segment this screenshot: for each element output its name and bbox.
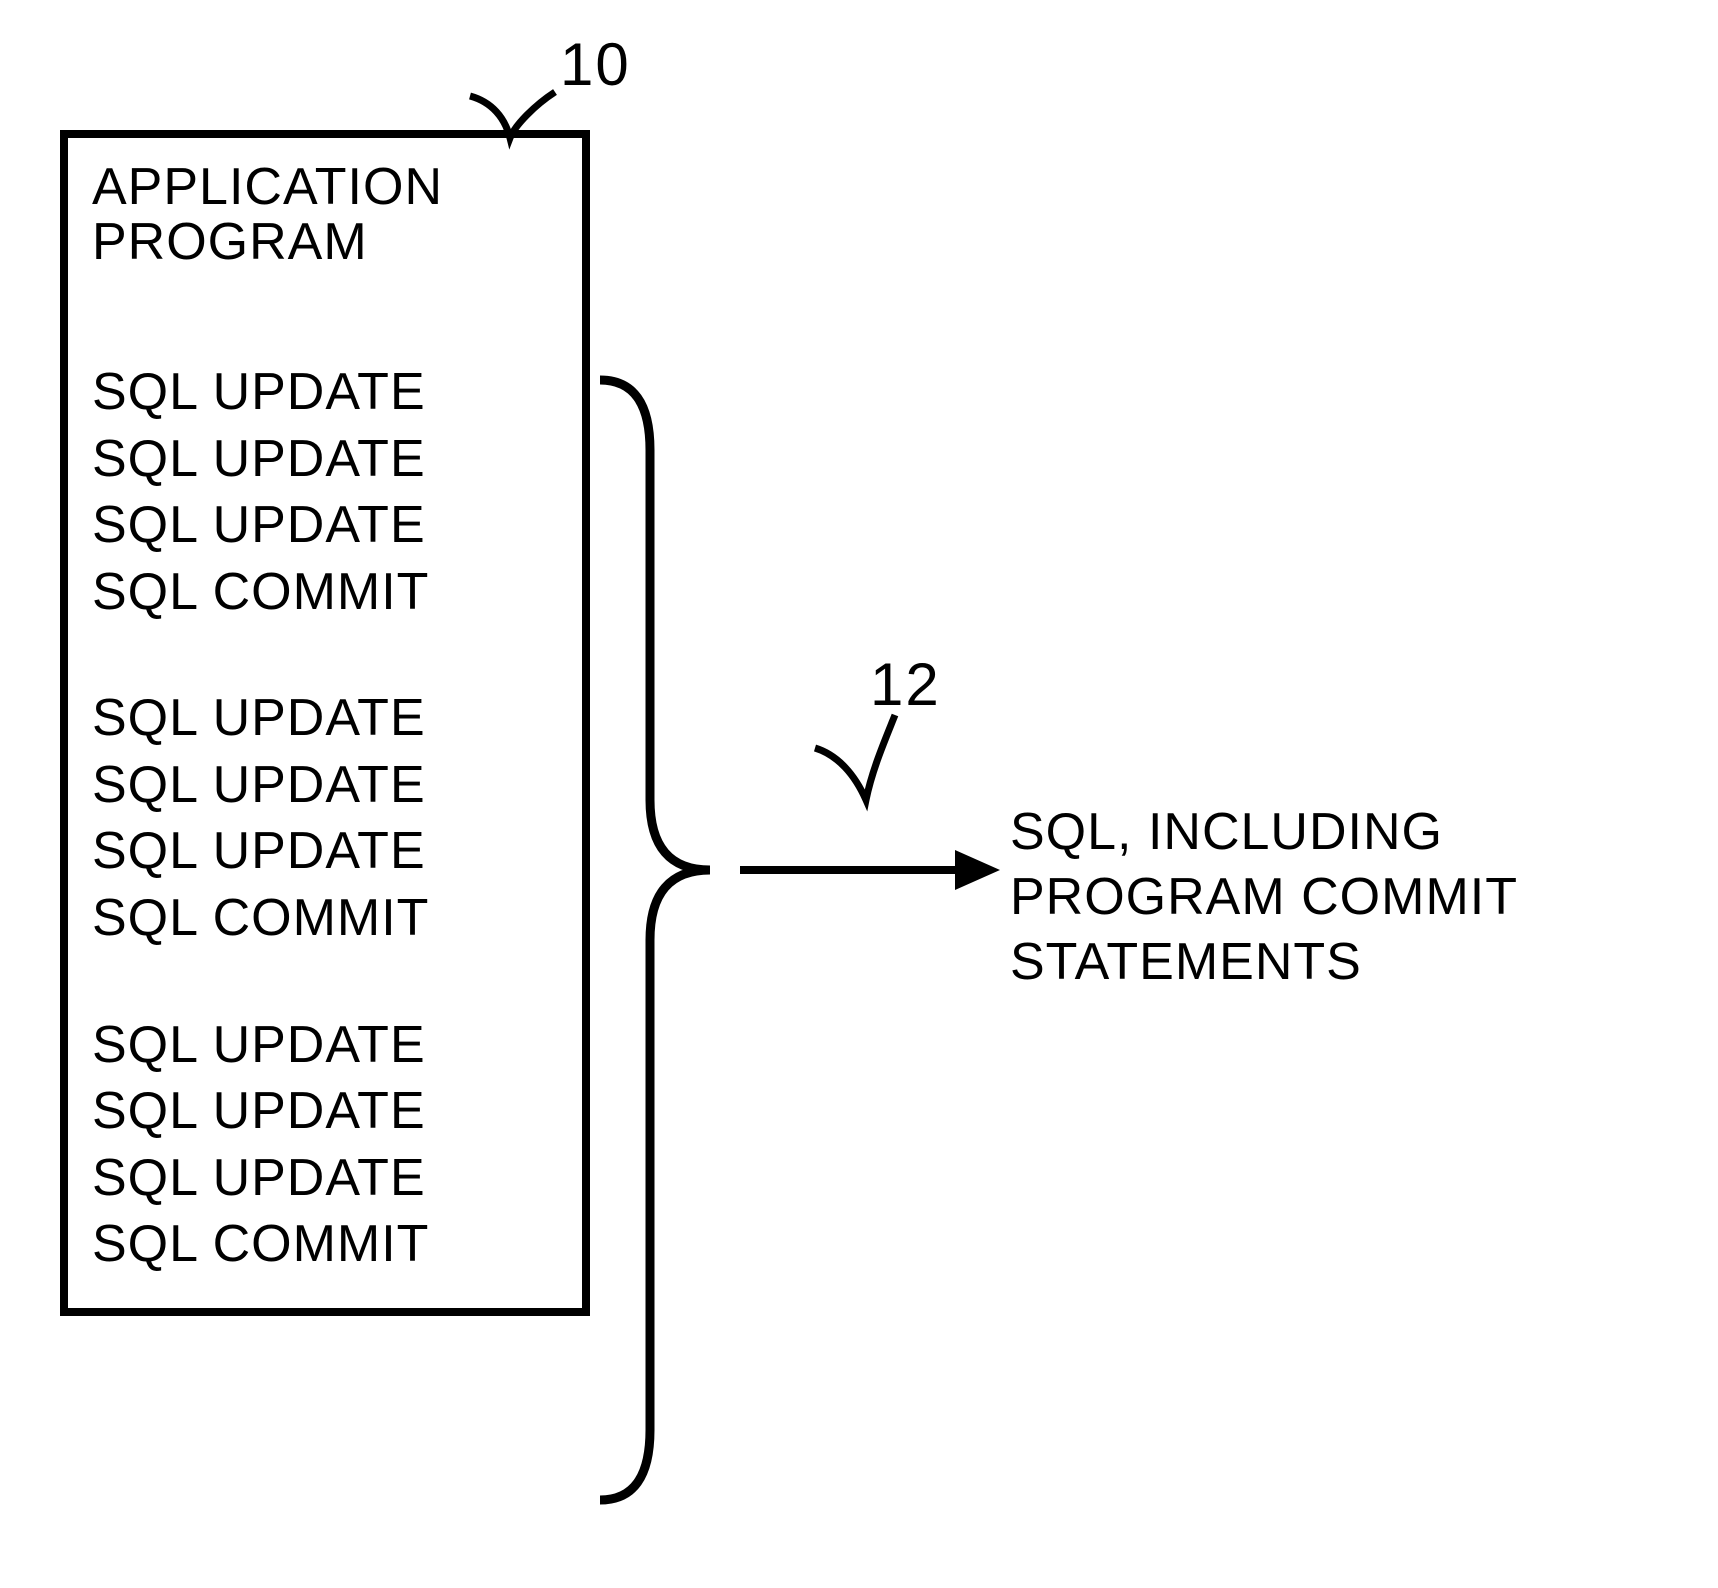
curly-brace-icon — [600, 380, 710, 1500]
sql-statement: SQL COMMIT — [92, 1211, 558, 1278]
sql-block-2: SQL UPDATE SQL UPDATE SQL UPDATE SQL COM… — [92, 685, 558, 951]
sql-block-1: SQL UPDATE SQL UPDATE SQL UPDATE SQL COM… — [92, 359, 558, 625]
sql-statement: SQL UPDATE — [92, 1145, 558, 1212]
diagram-stage: 10 APPLICATION PROGRAM SQL UPDATE SQL UP… — [0, 0, 1718, 1588]
sql-statement: SQL UPDATE — [92, 492, 558, 559]
sql-statement: SQL UPDATE — [92, 818, 558, 885]
sql-statement: SQL UPDATE — [92, 685, 558, 752]
sql-statement: SQL COMMIT — [92, 559, 558, 626]
app-box-title: APPLICATION PROGRAM — [92, 160, 558, 269]
application-program-box: APPLICATION PROGRAM SQL UPDATE SQL UPDAT… — [60, 130, 590, 1316]
output-description: SQL, INCLUDING PROGRAM COMMIT STATEMENTS — [1010, 800, 1718, 995]
sql-block-3: SQL UPDATE SQL UPDATE SQL UPDATE SQL COM… — [92, 1012, 558, 1278]
ref-label-12: 12 — [870, 650, 941, 719]
sql-statement: SQL COMMIT — [92, 885, 558, 952]
sql-statement: SQL UPDATE — [92, 1012, 558, 1079]
ref-label-10: 10 — [560, 30, 631, 99]
sql-statement: SQL UPDATE — [92, 359, 558, 426]
sql-statement: SQL UPDATE — [92, 1078, 558, 1145]
arrow-head-icon — [955, 850, 1000, 890]
callout-12 — [815, 715, 895, 800]
sql-statement: SQL UPDATE — [92, 752, 558, 819]
sql-statement: SQL UPDATE — [92, 426, 558, 493]
